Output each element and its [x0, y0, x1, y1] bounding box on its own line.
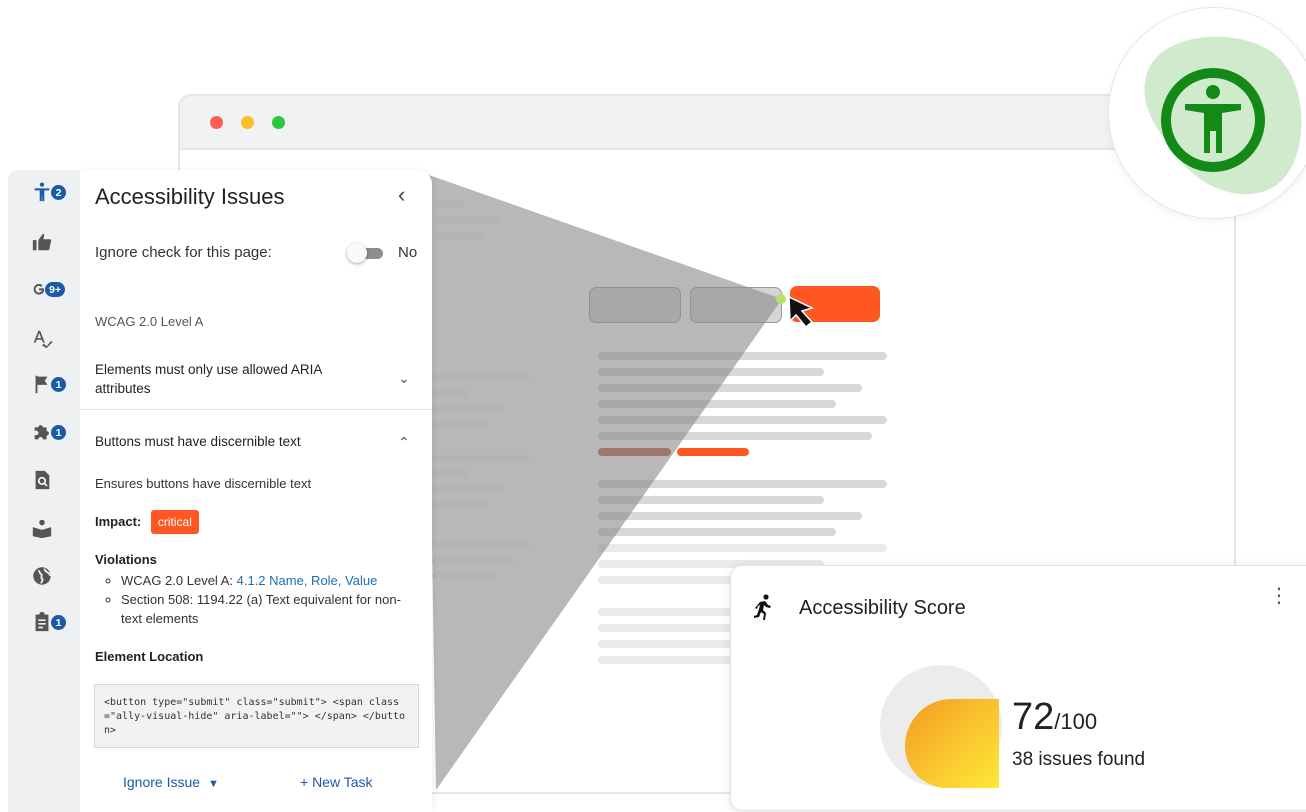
mock-text-line	[598, 528, 836, 536]
mock-text-line	[598, 368, 824, 376]
rail-clipboard[interactable]: 1	[8, 602, 80, 642]
rail-badge: 1	[50, 423, 67, 441]
mock-text-line	[598, 544, 887, 552]
caret-down-icon: ▼	[207, 778, 219, 790]
score-number: 72	[1012, 696, 1055, 738]
score-card-title: Accessibility Score	[799, 597, 966, 619]
mock-text-line	[598, 432, 872, 440]
more-options-icon[interactable]: ⋮	[1269, 586, 1289, 606]
mock-text-line	[598, 496, 824, 504]
mock-button-2	[690, 287, 782, 323]
violation-link[interactable]: 4.1.2 Name, Role, Value	[237, 573, 378, 588]
violation-prefix: WCAG 2.0 Level A:	[121, 573, 233, 588]
rail-badge: 9+	[44, 280, 66, 298]
rail-file-search[interactable]	[8, 460, 80, 500]
rule-aria-attributes[interactable]: Elements must only use allowed ARIA attr…	[80, 350, 432, 410]
file-search-icon	[35, 470, 50, 490]
mock-text-line	[598, 480, 887, 488]
rail-reader[interactable]	[8, 508, 80, 548]
impact-row: Impact: critical	[95, 510, 199, 534]
rail-thumbs-up[interactable]	[8, 222, 80, 262]
toggle-knob	[347, 243, 367, 263]
score-max: /100	[1054, 709, 1098, 734]
score-gauge	[880, 665, 1002, 788]
ignore-page-value: No	[398, 244, 418, 261]
violations-heading: Violations	[95, 552, 157, 567]
rail-google[interactable]: 9+	[8, 269, 80, 309]
rail-globe[interactable]	[8, 556, 80, 596]
chevron-up-icon[interactable]: ⌃	[398, 434, 410, 451]
mock-text-line	[598, 400, 836, 408]
spellcheck-icon	[33, 330, 53, 349]
rail-badge: 2	[50, 183, 67, 201]
browser-titlebar	[180, 96, 1234, 150]
rail-puzzle[interactable]: 1	[8, 412, 80, 452]
violation-item: Section 508: 1194.22 (a) Text equivalent…	[121, 590, 417, 628]
accessibility-logo-badge	[1108, 7, 1306, 219]
rule-button-text-title[interactable]: Buttons must have discernible text	[95, 434, 301, 449]
rule-description: Ensures buttons have discernible text	[95, 476, 312, 491]
ignore-issue-label: Ignore Issue	[123, 774, 201, 790]
thumbs-up-icon	[32, 233, 52, 251]
impact-badge: critical	[150, 510, 199, 534]
mock-submit-button[interactable]	[790, 286, 880, 322]
rule-title: Elements must only use allowed ARIA attr…	[95, 362, 322, 396]
mock-button-1	[589, 287, 681, 323]
rail-flag[interactable]: 1	[8, 364, 80, 404]
element-location-heading: Element Location	[95, 649, 204, 664]
maximize-window-dot[interactable]	[272, 116, 285, 129]
ignore-page-row: Ignore check for this page: No	[95, 243, 425, 263]
close-window-dot[interactable]	[210, 116, 223, 129]
side-rail: 2 9+ 1 1 1	[8, 170, 80, 812]
new-task-button[interactable]: + New Task	[300, 774, 373, 790]
impact-label: Impact:	[95, 514, 142, 529]
ignore-page-toggle[interactable]	[347, 243, 385, 263]
accessibility-logo-icon	[1144, 36, 1302, 195]
rail-accessibility[interactable]: 2	[8, 172, 80, 212]
violations-list: WCAG 2.0 Level A: 4.1.2 Name, Role, Valu…	[107, 571, 417, 628]
mock-highlight-line	[598, 448, 671, 456]
mock-highlight-line	[677, 448, 749, 456]
running-person-icon	[754, 594, 771, 620]
rail-spellcheck[interactable]	[8, 319, 80, 359]
rail-badge: 1	[50, 375, 67, 393]
element-code-snippet: <button type="submit" class="submit"> <s…	[94, 684, 419, 748]
accessibility-issues-panel: Accessibility Issues ‹ Ignore check for …	[80, 170, 432, 812]
score-value: 72/100	[1012, 696, 1097, 739]
accessibility-score-card: Accessibility Score ⋮ 72/100 38 issues f…	[730, 565, 1306, 811]
mock-text-line	[598, 416, 887, 424]
ignore-issue-button[interactable]: Ignore Issue ▼	[123, 774, 219, 790]
reader-icon	[32, 519, 52, 539]
issues-found-count: 38 issues found	[1012, 749, 1146, 770]
chevron-down-icon[interactable]: ⌄	[398, 370, 410, 387]
mock-text-line	[598, 384, 862, 392]
wcag-level-heading: WCAG 2.0 Level A	[95, 314, 204, 329]
minimize-window-dot[interactable]	[241, 116, 254, 129]
mock-text-line	[598, 512, 862, 520]
violation-item: WCAG 2.0 Level A: 4.1.2 Name, Role, Valu…	[121, 571, 417, 590]
globe-icon	[33, 567, 52, 585]
mock-text-line	[598, 352, 887, 360]
rail-badge: 1	[50, 613, 67, 631]
ignore-page-label: Ignore check for this page:	[95, 244, 272, 261]
panel-title: Accessibility Issues	[95, 184, 285, 209]
chevron-left-icon[interactable]: ‹	[398, 182, 405, 208]
